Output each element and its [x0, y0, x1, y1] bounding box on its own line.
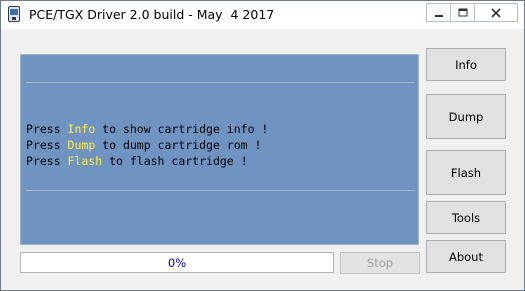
keyword-info: Info [67, 122, 96, 136]
progress-label: 0% [167, 255, 187, 270]
maximize-icon [458, 8, 467, 16]
title-bar[interactable]: PCE/TGX Driver 2.0 build - May 4 2017 [1, 1, 524, 29]
keyword-flash: Flash [67, 154, 103, 168]
console-line-flash: Press Flash to flash cartridge ! [26, 154, 248, 168]
console-line-info: Press Info to show cartridge info ! [26, 122, 269, 136]
maximize-button[interactable] [450, 3, 475, 22]
progress-bar: 0% [20, 252, 334, 273]
close-button[interactable] [474, 3, 518, 22]
console-line-dump: Press Dump to dump cartridge rom ! [26, 138, 262, 152]
console-divider-bottom [26, 190, 415, 191]
info-button[interactable]: Info [426, 48, 506, 81]
stop-button[interactable]: Stop [340, 252, 420, 274]
minimize-icon [434, 14, 443, 17]
client-area: Press Info to show cartridge info ! Pres… [9, 35, 517, 286]
keyword-dump: Dump [67, 138, 96, 152]
flash-button[interactable]: Flash [426, 150, 506, 195]
console-lines: Press Info to show cartridge info ! Pres… [26, 121, 268, 169]
minimize-button[interactable] [426, 3, 451, 22]
about-button[interactable]: About [426, 240, 506, 273]
console-divider-top [26, 82, 415, 83]
window-title: PCE/TGX Driver 2.0 build - May 4 2017 [29, 7, 275, 22]
app-window: PCE/TGX Driver 2.0 build - May 4 2017 Pr… [0, 0, 525, 291]
caption-buttons [426, 3, 518, 23]
handheld-console-icon [8, 6, 20, 22]
close-icon [491, 7, 501, 18]
dump-button[interactable]: Dump [426, 94, 506, 139]
tools-button[interactable]: Tools [426, 201, 506, 234]
console-output: Press Info to show cartridge info ! Pres… [20, 54, 419, 245]
